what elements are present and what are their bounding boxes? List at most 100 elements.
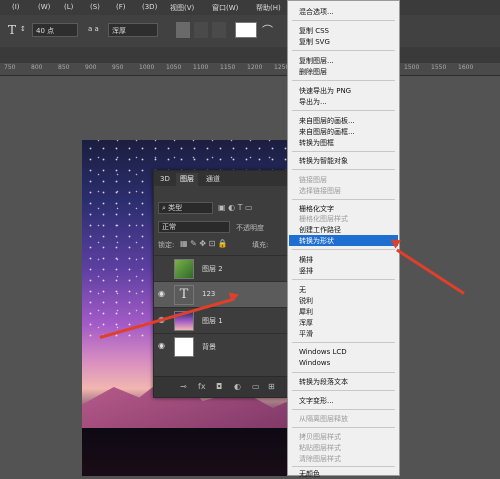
align-left-button[interactable] [176,22,190,38]
layer-name: 图层 2 [202,265,223,273]
lock-icons[interactable]: ▦ ✎ ✥ ⊡ 🔒 [180,239,228,248]
menu-item[interactable]: 来自图层的画框... [299,127,355,137]
blend-mode-select[interactable]: 正常 [158,221,230,233]
link-icon[interactable]: ⊸ [180,382,187,391]
menu-item[interactable]: 横排 [299,255,313,265]
filter-icons[interactable]: ▣ ◐ T ▭ [218,203,253,212]
menu-item[interactable]: 转换为段落文本 [299,377,348,387]
text-tool-icon[interactable]: T [8,23,16,37]
menu-separator [292,427,395,428]
layer-row[interactable]: ◉ 图层 1 [154,307,289,334]
menu-item: 粘贴图层样式 [299,444,341,452]
menu-item[interactable]: 快速导出为 PNG [299,86,351,96]
layer-context-menu: 混合选项... 复制 CSS 复制 SVG 复制图层... 删除图层 快速导出为… [287,0,400,479]
menu-item[interactable]: 视图(V) [170,3,194,13]
tab-layers[interactable]: 图层 [176,173,198,186]
menu-item[interactable]: 复制 SVG [299,37,330,47]
folder-icon[interactable]: ▭ [252,382,260,391]
menu-separator [292,279,395,280]
menu-item[interactable]: 竖排 [299,266,313,276]
menu-item[interactable]: (L) [64,3,73,11]
layer-kind-filter[interactable]: ⌕ 类型 [158,202,213,214]
menu-separator [292,409,395,410]
anti-alias-select[interactable]: 浑厚 [108,23,158,37]
menu-item[interactable]: 导出为... [299,97,327,107]
layer-name: 123 [202,290,216,298]
adjustment-icon[interactable]: ◐ [234,382,241,391]
document-tab-strip [0,47,500,63]
menu-item[interactable]: 平滑 [299,329,313,339]
menu-item[interactable]: (W) [38,3,50,11]
menu-item[interactable]: 文字变形... [299,396,334,406]
menu-item-convert-to-shape[interactable]: 转换为形状 [299,236,334,246]
menu-item[interactable]: 窗口(W) [212,3,238,13]
menu-item[interactable]: (I) [12,3,20,11]
layer-name: 背景 [202,343,216,351]
menu-item: 选择链接图层 [299,187,341,195]
menu-item[interactable]: 犀利 [299,307,313,317]
text-orient-icon[interactable]: ↕ [20,25,26,33]
menu-item[interactable]: 复制图层... [299,56,334,66]
menu-separator [292,151,395,152]
menu-item[interactable]: 创建工作路径 [299,225,341,235]
menu-item[interactable]: 浑厚 [299,318,313,328]
annotation-arrow-right [396,248,465,295]
menu-item[interactable]: 无颜色 [299,469,320,479]
text-color-swatch[interactable] [235,22,257,38]
panel-tabs: 3D 图层 通道 [154,171,289,186]
menu-item[interactable]: 锐利 [299,296,313,306]
eye-icon[interactable]: ◉ [158,341,166,350]
menu-item[interactable]: 栅格化文字 [299,204,334,214]
layer-kind-value: 类型 [168,204,183,212]
menu-item[interactable]: Windows LCD [299,348,347,356]
layer-thumbnail [174,259,194,279]
menu-bar: (I) (W) (L) (S) (F) (3D) 视图(V) 窗口(W) 帮助(… [0,0,500,15]
menu-separator [292,466,395,467]
menu-separator [292,390,395,391]
menu-item[interactable]: 混合选项... [299,7,334,17]
menu-item[interactable]: 转换为图框 [299,138,334,148]
tab-3d[interactable]: 3D [156,173,174,186]
menu-separator [292,50,395,51]
align-right-button[interactable] [212,22,226,38]
fx-button[interactable]: fx [198,382,206,391]
layer-row[interactable]: ◉ 背景 [154,333,289,360]
menu-item: 栅格化图层样式 [299,215,348,223]
menu-separator [292,372,395,373]
menu-item: 链接图层 [299,176,327,184]
ruler-tick: 1200 [247,64,263,71]
text-layer-icon: T [174,285,194,305]
menu-item[interactable]: 无 [299,285,306,295]
ruler-tick: 1500 [404,64,420,71]
ruler-tick: 1000 [139,64,155,71]
layers-panel: 3D 图层 通道 ⌕ 类型 ▣ ◐ T ▭ 正常 不透明度 锁定: ▦ ✎ ✥ … [153,170,290,398]
menu-item[interactable]: 转换为智能对象 [299,156,348,166]
ruler-tick: 1150 [220,64,236,71]
layers-panel-footer: ⊸ fx ◘ ◐ ▭ ⊞ [154,376,289,397]
menu-item[interactable]: 复制 CSS [299,26,329,36]
new-layer-icon[interactable]: ⊞ [268,382,275,391]
menu-item[interactable]: 删除图层 [299,67,327,77]
layer-row[interactable]: 图层 2 [154,255,289,282]
font-size-select[interactable]: 40 点 [32,23,78,37]
menu-item: 拷贝图层样式 [299,433,341,441]
align-center-button[interactable] [194,22,208,38]
blend-mode-value: 正常 [162,223,176,231]
ruler-tick: 1600 [458,64,474,71]
menu-separator [292,199,395,200]
menu-item[interactable]: (S) [90,3,100,11]
menu-item[interactable]: Windows [299,359,330,367]
menu-item[interactable]: 来自图层的画板... [299,116,355,126]
ruler-tick: 750 [4,64,16,71]
options-bar: T ↕ 40 点 a a 浑厚 ⌒ [0,15,500,48]
ruler-tick: 1100 [193,64,209,71]
menu-item[interactable]: (F) [116,3,126,11]
menu-item[interactable]: (3D) [142,3,157,11]
eye-icon[interactable]: ◉ [158,289,166,298]
mask-icon[interactable]: ◘ [216,382,222,391]
menu-item[interactable]: 帮助(H) [256,3,281,13]
ruler-tick: 950 [112,64,124,71]
ruler-tick: 850 [58,64,70,71]
warp-text-icon[interactable]: ⌒ [262,22,273,38]
tab-channels[interactable]: 通道 [202,173,224,186]
